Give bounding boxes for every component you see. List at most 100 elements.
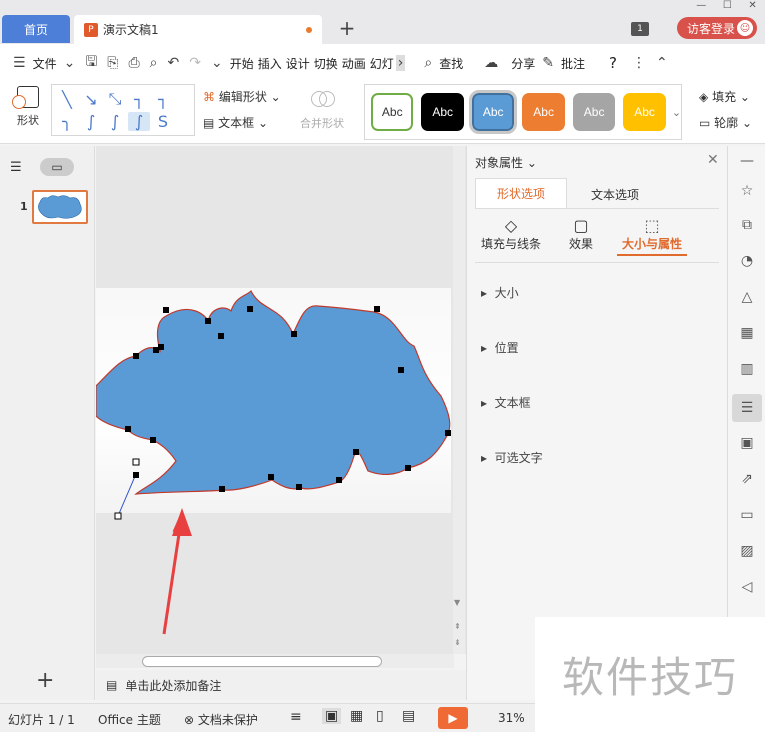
undo-icon[interactable]: ↶ — [163, 55, 185, 71]
close-pane-icon[interactable]: ✕ — [707, 152, 719, 168]
elbow-arrow-connector-icon[interactable]: ┐ — [152, 89, 174, 110]
adjust-handle[interactable] — [132, 458, 140, 466]
menu-design[interactable]: 设计 — [284, 55, 312, 72]
login-button[interactable]: 访客登录 ☺ — [677, 17, 757, 39]
prev-slide-icon[interactable]: ⇞ — [454, 622, 461, 631]
menu-slideshow[interactable]: 幻灯 — [368, 55, 396, 72]
curved-connector-icon[interactable]: ∫ — [80, 112, 102, 132]
shape-style-4[interactable]: Abc — [522, 93, 565, 131]
shape-style-2[interactable]: Abc — [421, 93, 464, 131]
shape-style-6[interactable]: Abc — [623, 93, 666, 131]
shape-style-5[interactable]: Abc — [572, 93, 616, 131]
theme-name[interactable]: Office 主题 — [98, 711, 161, 728]
merge-shape-button[interactable]: 合并形状 — [290, 89, 354, 135]
find-button[interactable]: 查找 — [437, 55, 465, 72]
effect-tab[interactable]: ▢ 效果 — [563, 216, 599, 252]
freeform-shape[interactable] — [96, 289, 451, 495]
slide-view-icon[interactable]: ▭ — [40, 158, 74, 176]
close-window-icon[interactable]: ✕ — [748, 0, 756, 12]
presenter-view-icon[interactable]: ▤ — [402, 708, 415, 724]
fill-line-tab[interactable]: ◇ 填充与线条 — [481, 216, 541, 252]
elbow-double-arrow-icon[interactable]: ╮ — [56, 112, 78, 132]
picture-icon[interactable]: ▣ — [736, 432, 758, 454]
shapes-icon[interactable]: ◔ — [736, 250, 758, 272]
shape-style-3[interactable]: Abc — [468, 90, 518, 134]
normal-view-icon[interactable]: ▣ — [322, 708, 342, 724]
outline-view-icon[interactable]: ☰ — [10, 160, 22, 175]
tab-document[interactable]: P 演示文稿1 — [74, 15, 322, 44]
add-slide-icon[interactable]: + — [36, 668, 54, 693]
export-icon[interactable]: ⇗ — [736, 468, 758, 490]
arrow-line-icon[interactable]: ↘ — [80, 89, 102, 110]
protect-status[interactable]: ⊗ 文档未保护 — [184, 711, 258, 728]
line-icon[interactable]: ╲ — [56, 89, 78, 110]
menu-animation[interactable]: 动画 — [340, 55, 368, 72]
chart-icon[interactable]: ▥ — [736, 358, 758, 380]
collapse-ribbon-icon[interactable]: ⌃ — [651, 55, 673, 71]
next-slide-icon[interactable]: ⇟ — [454, 638, 461, 647]
double-arrow-line-icon[interactable]: ⤡ — [104, 89, 126, 110]
save-icon[interactable]: 🖫 — [80, 51, 102, 75]
new-tab-button[interactable]: + — [336, 16, 358, 40]
redo-icon[interactable]: ↷ — [184, 55, 206, 71]
print-icon[interactable]: ⎙ — [123, 55, 144, 71]
chevron-down-icon[interactable]: ⌄ — [59, 55, 81, 71]
more-icon[interactable]: ⋮ — [627, 55, 651, 71]
tab-home[interactable]: 首页 — [2, 15, 70, 43]
textbox-button[interactable]: ▤ 文本框 ⌄ — [203, 114, 268, 131]
comment-icon[interactable]: ✎ — [537, 55, 559, 71]
share-button[interactable]: 分享 — [509, 55, 537, 72]
print-preview-icon[interactable]: ⌕ — [145, 55, 163, 71]
zoom-level[interactable]: 31% — [498, 711, 525, 725]
play-icon[interactable]: ▶ — [438, 707, 468, 729]
slide-thumbnail[interactable] — [32, 190, 88, 224]
scroll-down-icon[interactable]: ▼ — [454, 598, 460, 607]
horizontal-scroll-thumb[interactable] — [142, 656, 382, 667]
pane-title[interactable]: 对象属性 ⌄ — [475, 154, 537, 171]
connector-gallery[interactable]: ╲ ↘ ⤡ ┐ ┐ ╮ ∫ ∫ ∫ S — [51, 84, 195, 136]
properties-icon[interactable]: ☰ — [732, 394, 762, 422]
size-properties-tab[interactable]: ⬚ 大小与属性 — [617, 216, 687, 256]
curve-icon[interactable]: S — [152, 112, 174, 132]
reading-view-icon[interactable]: ▯ — [376, 708, 384, 724]
curved-arrow-connector-icon[interactable]: ∫ — [104, 112, 126, 132]
shape-button[interactable]: 形状 — [8, 86, 48, 136]
window-count-icon[interactable]: 1 — [631, 22, 649, 36]
image-icon[interactable]: ▨ — [736, 540, 758, 562]
star-icon[interactable]: ☆ — [736, 180, 758, 202]
outline-button[interactable]: ▭ 轮廓 ⌄ — [699, 114, 752, 131]
vertical-scrollbar[interactable]: ▼ ⇞ ⇟ — [453, 146, 465, 654]
customize-icon[interactable]: ⌄ — [206, 55, 228, 71]
hamburger-icon[interactable]: ☰ — [8, 55, 31, 71]
notes-toggle-icon[interactable]: ≡ — [290, 709, 302, 725]
menu-insert[interactable]: 插入 — [256, 55, 284, 72]
search-icon[interactable]: ⌕ — [419, 55, 437, 71]
collapse-icon[interactable]: — — [736, 150, 758, 172]
notes-area[interactable]: ▤ 单击此处添加备注 — [96, 670, 466, 700]
menu-file[interactable]: 文件 — [31, 55, 59, 72]
comment-button[interactable]: 批注 — [559, 55, 587, 72]
curved-double-arrow-icon[interactable]: ∫ — [128, 111, 150, 131]
help-button[interactable]: ? — [607, 54, 619, 72]
maximize-icon[interactable]: ☐ — [723, 0, 732, 12]
audio-icon[interactable]: ◁ — [736, 576, 758, 598]
section-position[interactable]: ▸ 位置 — [481, 339, 519, 356]
menu-transition[interactable]: 切换 — [312, 55, 340, 72]
section-alt-text[interactable]: ▸ 可选文字 — [481, 449, 543, 466]
sorter-view-icon[interactable]: ▦ — [350, 708, 363, 724]
cloud-icon[interactable]: ☁ — [479, 55, 503, 71]
layers-icon[interactable]: △ — [736, 286, 758, 308]
minimize-icon[interactable]: — — [696, 0, 706, 12]
edit-shape-button[interactable]: ⌘ 编辑形状 ⌄ — [203, 88, 281, 105]
section-size[interactable]: ▸ 大小 — [481, 284, 519, 301]
grid-icon[interactable]: ▦ — [736, 322, 758, 344]
copy-icon[interactable]: ⧉ — [736, 214, 758, 236]
tab-text-options[interactable]: 文本选项 — [591, 186, 639, 203]
menu-home[interactable]: 开始 — [228, 55, 256, 72]
elbow-connector-icon[interactable]: ┐ — [128, 89, 150, 110]
tab-shape-options[interactable]: 形状选项 — [475, 178, 567, 208]
more-menu-icon[interactable]: › — [395, 55, 406, 71]
shape-style-1[interactable]: Abc — [371, 93, 414, 131]
section-textbox[interactable]: ▸ 文本框 — [481, 394, 531, 411]
format-painter-icon[interactable]: ⎘ — [102, 55, 123, 71]
